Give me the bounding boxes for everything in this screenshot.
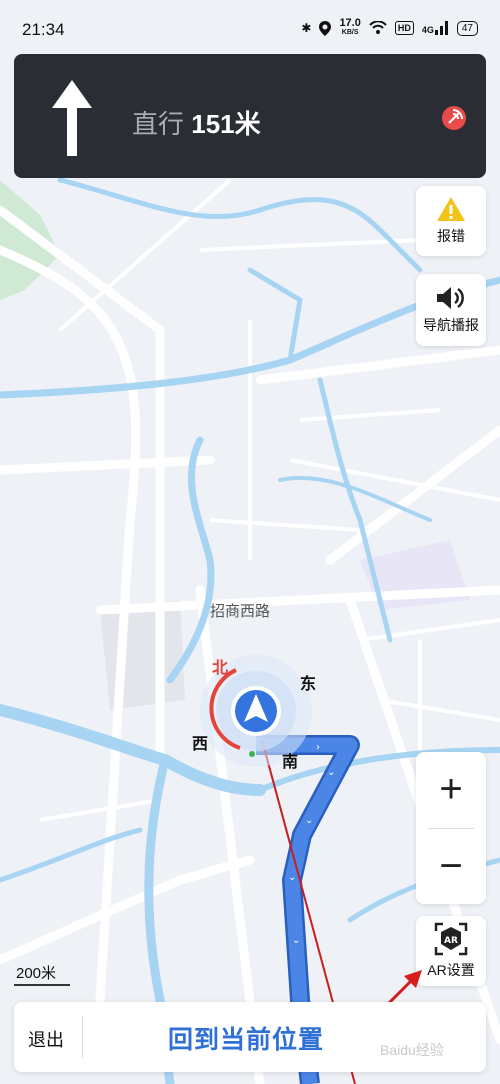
guidance-distance: 151米 [191, 109, 261, 139]
gps-signal-icon [442, 106, 466, 130]
hd-badge: HD [394, 21, 414, 35]
svg-text:⌄: ⌄ [327, 767, 335, 778]
report-error-button[interactable]: 报错 [416, 186, 486, 256]
status-icons: ✱ 17.0 KB/S HD 4G 47 [301, 18, 478, 38]
net-speed-unit: KB/S [341, 29, 359, 36]
zoom-control: + − [416, 752, 486, 904]
compass-north: 北 [212, 660, 229, 677]
location-icon [319, 20, 332, 36]
battery-indicator: 47 [456, 20, 478, 36]
voice-broadcast-label: 导航播报 [423, 317, 479, 333]
voice-broadcast-button[interactable]: 导航播报 [416, 274, 486, 346]
compass-east: 东 [300, 676, 317, 693]
ar-icon: AR [434, 922, 468, 956]
zoom-out-button[interactable]: − [416, 829, 486, 904]
guidance-banner: 直行 151米 [14, 54, 486, 178]
map-scale-label: 200米 [16, 965, 57, 982]
road-name-label: 招商西路 [210, 603, 271, 620]
wifi-icon [369, 21, 387, 34]
recenter-button[interactable]: 回到当前位置 [168, 1020, 324, 1056]
ar-settings-label: AR设置 [427, 962, 475, 978]
net-speed: 17.0 KB/S [339, 18, 360, 38]
guidance-action: 直行 [132, 109, 185, 139]
signal-4g: 4G [422, 21, 449, 35]
guidance-instruction: 直行 151米 [132, 104, 261, 141]
exit-button[interactable]: 退出 [28, 1026, 64, 1052]
warning-icon [437, 197, 465, 221]
svg-text:⌄: ⌄ [292, 935, 300, 946]
speaker-icon [437, 287, 464, 309]
status-bar: 21:34 ✱ 17.0 KB/S HD 4G 47 [0, 0, 500, 56]
net-speed-value: 17.0 [339, 17, 361, 29]
report-error-label: 报错 [437, 228, 465, 244]
map-scale-bar [14, 984, 70, 986]
bluetooth-icon: ✱ [301, 21, 312, 35]
signal-bars-icon [434, 21, 448, 35]
svg-text:⌄: ⌄ [305, 815, 313, 826]
status-time: 21:34 [22, 20, 65, 39]
compass-west: 西 [192, 736, 209, 753]
signal-4g-label: 4G [421, 25, 434, 35]
svg-text:›: › [316, 742, 320, 753]
bottom-bar: 退出 回到当前位置 Baidu经验 [14, 1002, 486, 1072]
zoom-in-button[interactable]: + [416, 752, 486, 827]
straight-arrow-icon [52, 80, 92, 156]
watermark: Baidu经验 [380, 1042, 444, 1058]
ar-icon-text: AR [444, 936, 458, 946]
compass-south: 南 [282, 754, 299, 771]
bottom-divider [82, 1016, 83, 1058]
svg-text:⌄: ⌄ [288, 872, 296, 883]
